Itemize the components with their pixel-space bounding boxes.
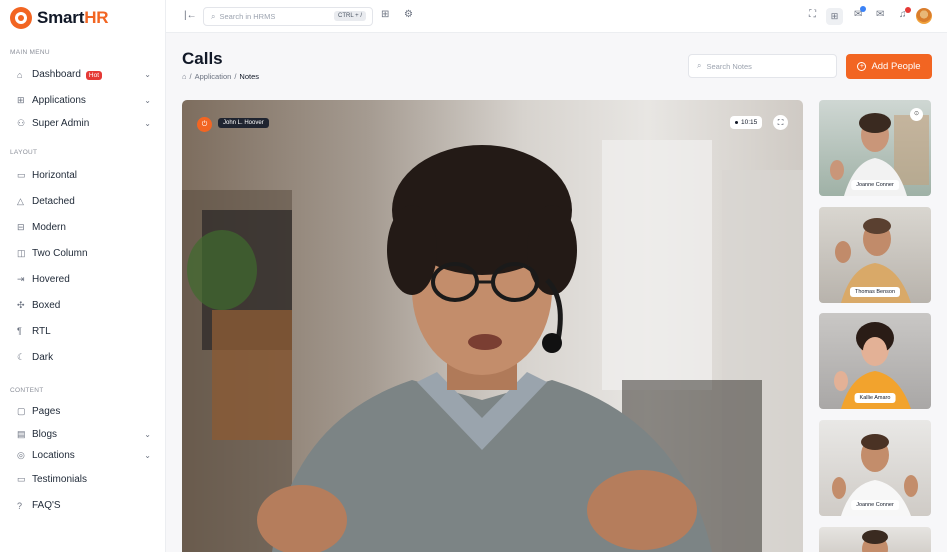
- section-title-layout: LAYOUT: [10, 149, 38, 156]
- notes-search-placeholder: Search Notes: [706, 61, 752, 71]
- search-input[interactable]: ⌕ Search in HRMS CTRL + /: [203, 7, 373, 26]
- participant-photo: [862, 530, 888, 552]
- notes-search-input[interactable]: ⌕ Search Notes: [688, 54, 837, 78]
- blogs-icon: ▤: [17, 429, 26, 439]
- logo-text-main: Smart: [37, 8, 85, 27]
- participant-name-tag: Thomas Benson: [849, 287, 901, 297]
- home-icon: ⌂: [17, 69, 23, 80]
- pin-icon[interactable]: ⊙: [910, 108, 923, 121]
- fullscreen-icon[interactable]: ⛶: [809, 9, 816, 20]
- sidebar-item-super-admin[interactable]: ⚇ Super Admin ⌄: [0, 112, 165, 135]
- participant-thumb[interactable]: [819, 527, 931, 552]
- search-icon: ⌕: [211, 11, 216, 21]
- horizontal-icon: ▭: [17, 169, 26, 180]
- participant-name-tag: Joanne Conner: [851, 500, 899, 510]
- sidebar-item-blogs[interactable]: ▤ Blogs ⌄: [0, 423, 165, 446]
- mic-icon[interactable]: ⏻: [197, 117, 212, 132]
- participant-name-tag: Joanne Conner: [851, 180, 899, 190]
- chevron-down-icon: ⌄: [144, 70, 151, 79]
- sidebar-item-two-column[interactable]: ◫ Two Column: [0, 240, 165, 266]
- notification-bell-icon[interactable]: ♫: [899, 7, 911, 20]
- call-timer: 10:15: [730, 116, 763, 129]
- detached-icon: △: [17, 195, 24, 206]
- shortcut-badge: CTRL + /: [334, 11, 366, 21]
- chat-icon[interactable]: ✉: [854, 6, 866, 20]
- breadcrumb: ⌂ / Application / Notes: [182, 72, 260, 81]
- chevron-down-icon: ⌄: [144, 119, 151, 128]
- participant-name-tag: Kallie Amaro: [854, 393, 896, 403]
- two-column-icon: ◫: [17, 247, 26, 258]
- users-icon: ⚇: [17, 118, 26, 128]
- sidebar-item-pages[interactable]: ▢ Pages: [0, 400, 165, 423]
- section-title-content: CONTENT: [10, 387, 44, 394]
- participant-thumb[interactable]: ⊙ Joanne Conner: [819, 100, 931, 196]
- sidebar-item-rtl[interactable]: ¶ RTL: [0, 318, 165, 344]
- sidebar-item-boxed[interactable]: ✣ Boxed: [0, 292, 165, 318]
- topbar: |← ⌕ Search in HRMS CTRL + / ⊞ ⚙ ⛶ ⊞ ✉ ✉…: [166, 0, 947, 33]
- fullscreen-icon[interactable]: ⛶: [773, 115, 788, 130]
- sidebar-item-modern[interactable]: ⊟ Modern: [0, 214, 165, 240]
- recording-dot-icon: [735, 121, 738, 124]
- chevron-down-icon: ⌄: [144, 96, 151, 105]
- pages-icon: ▢: [17, 406, 26, 416]
- sidebar-item-horizontal[interactable]: ▭ Horizontal: [0, 162, 165, 188]
- rtl-icon: ¶: [17, 326, 22, 336]
- settings-icon[interactable]: ⚙: [404, 9, 413, 20]
- participant-thumb[interactable]: Thomas Benson: [819, 207, 931, 303]
- sidebar-item-testimonials[interactable]: ▭ Testimonials: [0, 465, 165, 494]
- participant-name-tag: John L. Hoover: [218, 118, 269, 128]
- chevron-down-icon: ⌄: [144, 430, 151, 439]
- notification-badge: [905, 7, 911, 13]
- logo[interactable]: SmartHR: [0, 1, 165, 35]
- breadcrumb-parent[interactable]: Application: [195, 72, 232, 81]
- layout-grid-icon[interactable]: ⊞: [826, 8, 843, 25]
- sidebar-item-dashboard[interactable]: ⌂ Dashboard Hot ⌄: [0, 63, 165, 86]
- logo-text-accent: HR: [84, 8, 109, 27]
- participant-thumb[interactable]: Joanne Conner: [819, 420, 931, 516]
- user-avatar[interactable]: [916, 8, 932, 24]
- sidebar-item-faq[interactable]: ? FAQ'S: [0, 494, 165, 517]
- main-video[interactable]: ⏻ John L. Hoover 10:15 ⛶: [182, 100, 803, 552]
- collapse-sidebar-icon[interactable]: |←: [184, 10, 197, 21]
- chat-badge: [860, 6, 866, 12]
- mail-icon[interactable]: ✉: [876, 9, 884, 20]
- video-frame-image: [182, 140, 803, 552]
- apps-grid-icon[interactable]: ⊞: [381, 9, 389, 20]
- participant-thumb[interactable]: Kallie Amaro: [819, 313, 931, 409]
- page-title: Calls: [182, 49, 223, 68]
- sidebar-item-locations[interactable]: ◎ Locations ⌄: [0, 446, 165, 465]
- breadcrumb-current: Notes: [239, 72, 260, 81]
- sidebar: SmartHR MAIN MENU ⌂ Dashboard Hot ⌄ ⊞ App…: [0, 0, 166, 552]
- logo-icon: [10, 7, 32, 29]
- sidebar-item-hovered[interactable]: ⇥ Hovered: [0, 266, 165, 292]
- home-icon[interactable]: ⌂: [182, 72, 187, 81]
- hot-badge: Hot: [85, 71, 103, 80]
- section-title-main-menu: MAIN MENU: [10, 49, 50, 56]
- moon-icon: ☾: [17, 351, 26, 362]
- sidebar-item-detached[interactable]: △ Detached: [0, 188, 165, 214]
- location-icon: ◎: [17, 450, 25, 460]
- faq-icon: ?: [17, 500, 23, 511]
- apps-icon: ⊞: [17, 95, 25, 105]
- sidebar-item-applications[interactable]: ⊞ Applications ⌄: [0, 89, 165, 112]
- sidebar-item-dark[interactable]: ☾ Dark: [0, 344, 165, 370]
- hovered-icon: ⇥: [17, 273, 25, 284]
- add-people-button[interactable]: + Add People: [846, 54, 932, 79]
- plus-circle-icon: +: [857, 62, 867, 71]
- search-placeholder: Search in HRMS: [219, 12, 276, 21]
- chevron-down-icon: ⌄: [144, 451, 151, 460]
- search-icon: ⌕: [697, 61, 702, 70]
- testimonials-icon: ▭: [17, 474, 26, 484]
- modern-icon: ⊟: [17, 221, 25, 232]
- boxed-icon: ✣: [17, 299, 25, 310]
